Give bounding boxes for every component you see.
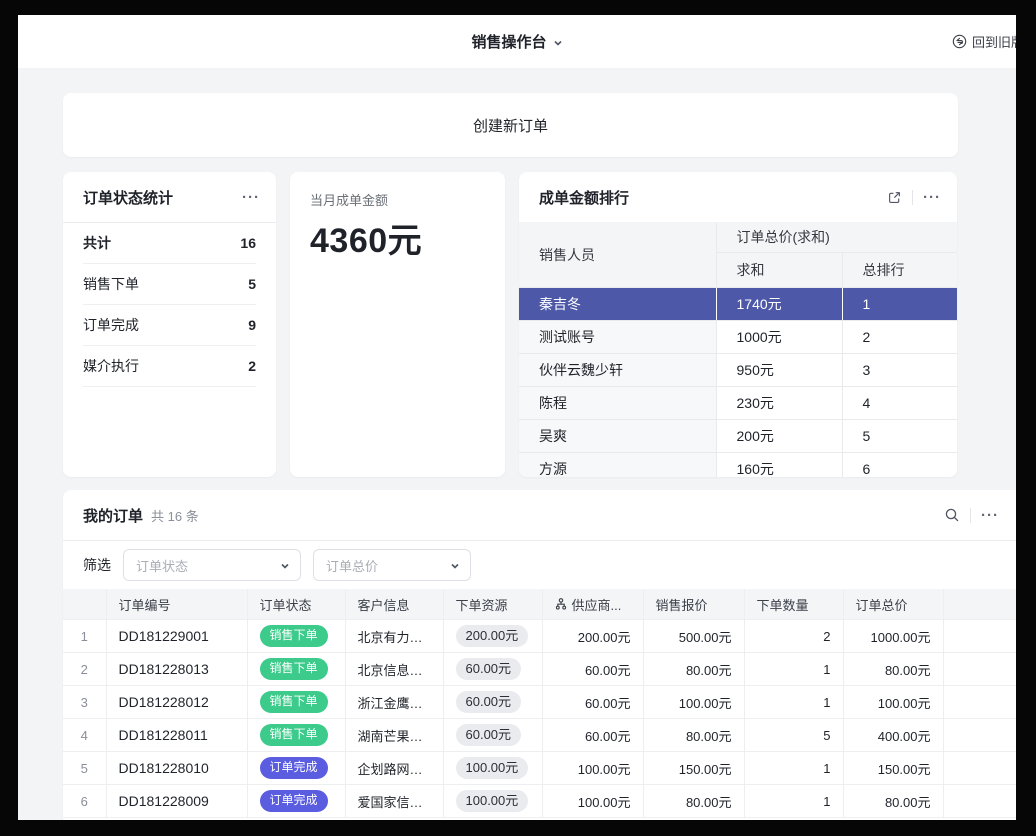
col-header-rank: 总排行 xyxy=(842,253,957,288)
order-status-stats-card: 订单状态统计 ··· 共计 16 销售下单 5 订单完成 9 xyxy=(63,172,276,477)
ranking-table: 销售人员 订单总价(求和) 求和 总排行 秦吉冬 1740元 1 xyxy=(519,222,957,477)
customer-cell: 浙江金鹰卡... xyxy=(345,686,443,719)
divider xyxy=(912,190,913,205)
status-badge: 订单完成 xyxy=(260,790,328,812)
customer-cell: 北京有力量... xyxy=(345,620,443,653)
chevron-down-icon xyxy=(450,561,460,571)
stat-label: 销售下单 xyxy=(83,274,139,294)
create-order-label: 创建新订单 xyxy=(473,115,548,136)
stat-value: 2 xyxy=(248,358,256,374)
stat-label: 订单完成 xyxy=(83,315,139,335)
workspace-switcher[interactable]: 销售操作台 xyxy=(18,15,1016,68)
open-external-icon[interactable] xyxy=(887,190,902,205)
order-row[interactable]: 3 DD181228012 销售下单 浙江金鹰卡... 60.00元 60.00… xyxy=(63,686,1016,719)
chevron-down-icon xyxy=(553,38,563,48)
more-menu-icon[interactable]: ··· xyxy=(923,190,941,205)
my-orders-card: 我的订单 共 16 条 ··· 筛选 订单状态 xyxy=(63,490,1016,820)
switch-version-icon xyxy=(952,34,967,49)
resource-badge: 60.00元 xyxy=(456,691,522,714)
stat-label: 共计 xyxy=(83,233,111,253)
amount-ranking-card: 成单金额排行 ··· 销售人员 订单总价(求和) xyxy=(519,172,957,477)
col-header-order-id: 订单编号 xyxy=(106,589,247,620)
back-link-label: 回到旧版 xyxy=(972,32,1016,51)
orders-title: 我的订单 xyxy=(83,505,143,526)
ranking-row[interactable]: 陈程 230元 4 xyxy=(519,387,957,420)
col-header-quote: 销售报价 xyxy=(643,589,744,620)
stat-row-done[interactable]: 订单完成 9 xyxy=(83,305,256,346)
more-menu-icon[interactable]: ··· xyxy=(981,508,999,523)
stat-row-total[interactable]: 共计 16 xyxy=(83,223,256,264)
ranking-row-selected[interactable]: 秦吉冬 1740元 1 xyxy=(519,288,957,321)
filter-label: 筛选 xyxy=(83,555,111,575)
stat-value: 5 xyxy=(248,276,256,292)
amount-label: 当月成单金额 xyxy=(310,190,485,209)
customer-cell: 爱国家信息... xyxy=(345,785,443,818)
col-header-extra xyxy=(943,589,1016,620)
back-to-old-version-link[interactable]: 回到旧版 xyxy=(952,15,1016,68)
search-icon[interactable] xyxy=(944,507,960,523)
stat-value: 16 xyxy=(240,235,256,251)
stat-value: 9 xyxy=(248,317,256,333)
stat-label: 媒介执行 xyxy=(83,356,139,376)
amount-value: 4360元 xyxy=(310,213,485,262)
col-header-total-group: 订单总价(求和) xyxy=(716,222,957,253)
hierarchy-icon xyxy=(555,598,567,610)
order-row[interactable]: 1 DD181229001 销售下单 北京有力量... 200.00元 200.… xyxy=(63,620,1016,653)
top-bar: 销售操作台 回到旧版 xyxy=(18,15,1016,68)
stat-row-sales[interactable]: 销售下单 5 xyxy=(83,264,256,305)
col-header-status: 订单状态 xyxy=(247,589,345,620)
status-badge: 销售下单 xyxy=(260,625,328,647)
resource-badge: 200.00元 xyxy=(456,625,529,648)
order-row[interactable]: 6 DD181228009 订单完成 爱国家信息... 100.00元 100.… xyxy=(63,785,1016,818)
filter-row: 筛选 订单状态 订单总价 xyxy=(63,541,1016,589)
col-header-qty: 下单数量 xyxy=(744,589,843,620)
customer-cell: 企划路网络... xyxy=(345,752,443,785)
stats-cards-row: 订单状态统计 ··· 共计 16 销售下单 5 订单完成 9 xyxy=(63,172,1016,477)
status-badge: 订单完成 xyxy=(260,757,328,779)
order-status-filter-select[interactable]: 订单状态 xyxy=(123,549,301,581)
divider xyxy=(970,508,971,523)
ranking-row[interactable]: 测试账号 1000元 2 xyxy=(519,321,957,354)
more-menu-icon[interactable]: ··· xyxy=(242,190,260,205)
dashboard-content: 创建新订单 订单状态统计 ··· 共计 16 销售下单 5 xyxy=(18,68,1016,820)
customer-cell: 湖南芒果娱... xyxy=(345,719,443,752)
ranking-row[interactable]: 方源 160元 6 xyxy=(519,453,957,478)
order-row[interactable]: 5 DD181228010 订单完成 企划路网络... 100.00元 100.… xyxy=(63,752,1016,785)
order-row[interactable]: 2 DD181228013 销售下单 北京信息大... 60.00元 60.00… xyxy=(63,653,1016,686)
col-header-salesperson: 销售人员 xyxy=(519,222,716,288)
ranking-row[interactable]: 伙伴云魏少轩 950元 3 xyxy=(519,354,957,387)
col-header-index xyxy=(63,589,106,620)
col-header-total: 订单总价 xyxy=(843,589,943,620)
status-badge: 销售下单 xyxy=(260,658,328,680)
orders-table: 订单编号 订单状态 客户信息 下单资源 xyxy=(63,589,1016,818)
ranking-card-title: 成单金额排行 xyxy=(539,187,629,208)
order-row[interactable]: 4 DD181228011 销售下单 湖南芒果娱... 60.00元 60.00… xyxy=(63,719,1016,752)
page-title: 销售操作台 xyxy=(471,31,546,52)
stat-row-media[interactable]: 媒介执行 2 xyxy=(83,346,256,387)
resource-badge: 60.00元 xyxy=(456,724,522,747)
col-header-resource: 下单资源 xyxy=(443,589,542,620)
col-header-customer: 客户信息 xyxy=(345,589,443,620)
col-header-supplier: 供应商... xyxy=(542,589,643,620)
app-window: 销售操作台 回到旧版 创建新订单 订单状态统计 ··· xyxy=(18,15,1016,820)
status-card-title: 订单状态统计 xyxy=(83,187,173,208)
status-badge: 销售下单 xyxy=(260,724,328,746)
chevron-down-icon xyxy=(280,561,290,571)
ranking-row[interactable]: 吴爽 200元 5 xyxy=(519,420,957,453)
resource-badge: 100.00元 xyxy=(456,757,529,780)
create-order-button[interactable]: 创建新订单 xyxy=(63,93,958,157)
col-header-sum: 求和 xyxy=(716,253,842,288)
monthly-amount-card: 当月成单金额 4360元 xyxy=(290,172,505,477)
customer-cell: 北京信息大... xyxy=(345,653,443,686)
order-total-filter-select[interactable]: 订单总价 xyxy=(313,549,471,581)
resource-badge: 100.00元 xyxy=(456,790,529,813)
status-badge: 销售下单 xyxy=(260,691,328,713)
orders-count: 共 16 条 xyxy=(151,506,199,525)
resource-badge: 60.00元 xyxy=(456,658,522,681)
